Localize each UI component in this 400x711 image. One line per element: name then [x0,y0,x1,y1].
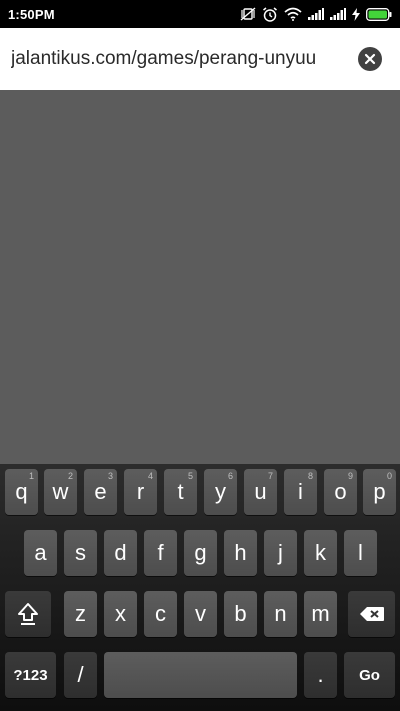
key-v[interactable]: v [184,591,217,637]
backspace-icon [359,607,384,621]
key-m[interactable]: m [304,591,337,637]
status-bar: 1:50PM [0,0,400,28]
key-z[interactable]: z [64,591,97,637]
period-key[interactable]: . [304,652,337,698]
key-w[interactable]: 2w [44,469,77,515]
signal-icon [308,8,324,20]
keyboard-row-4: ?123 / . Go [0,652,400,700]
key-n[interactable]: n [264,591,297,637]
key-r[interactable]: 4r [124,469,157,515]
key-y[interactable]: 6y [204,469,237,515]
vibrate-off-icon [240,7,256,21]
backspace-key[interactable] [348,591,395,637]
close-circle-icon [364,53,376,65]
status-icons [240,6,392,22]
key-l[interactable]: l [344,530,377,576]
key-o[interactable]: 9o [324,469,357,515]
go-key[interactable]: Go [344,652,395,698]
address-bar[interactable]: jalantikus.com/games/perang-unyuu [0,28,400,90]
url-input[interactable]: jalantikus.com/games/perang-unyuu [11,48,348,70]
signal-icon [330,8,346,20]
keyboard-row-3: z x c v b n m [0,591,400,639]
key-t[interactable]: 5t [164,469,197,515]
key-u[interactable]: 7u [244,469,277,515]
key-i[interactable]: 8i [284,469,317,515]
key-p[interactable]: 0p [363,469,396,515]
symbols-key[interactable]: ?123 [5,652,56,698]
space-bar[interactable] [104,652,297,698]
key-s[interactable]: s [64,530,97,576]
key-q[interactable]: 1q [5,469,38,515]
status-time: 1:50PM [8,6,55,22]
shift-key[interactable] [5,591,51,637]
wifi-icon [284,7,302,21]
page-content-area [0,90,400,464]
key-c[interactable]: c [144,591,177,637]
key-f[interactable]: f [144,530,177,576]
key-g[interactable]: g [184,530,217,576]
key-b[interactable]: b [224,591,257,637]
key-x[interactable]: x [104,591,137,637]
key-j[interactable]: j [264,530,297,576]
key-k[interactable]: k [304,530,337,576]
battery-icon [366,7,392,21]
key-d[interactable]: d [104,530,137,576]
keyboard-row-1: 1q 2w 3e 4r 5t 6y 7u 8i 9o 0p [0,469,400,517]
slash-key[interactable]: / [64,652,97,698]
soft-keyboard: 1q 2w 3e 4r 5t 6y 7u 8i 9o 0p a s d f g … [0,464,400,711]
keyboard-row-2: a s d f g h j k l [0,530,400,578]
clear-url-button[interactable] [358,47,382,71]
key-h[interactable]: h [224,530,257,576]
shift-arrow-icon [18,603,38,625]
alarm-icon [262,6,278,22]
key-a[interactable]: a [24,530,57,576]
key-e[interactable]: 3e [84,469,117,515]
charging-icon [352,7,360,21]
